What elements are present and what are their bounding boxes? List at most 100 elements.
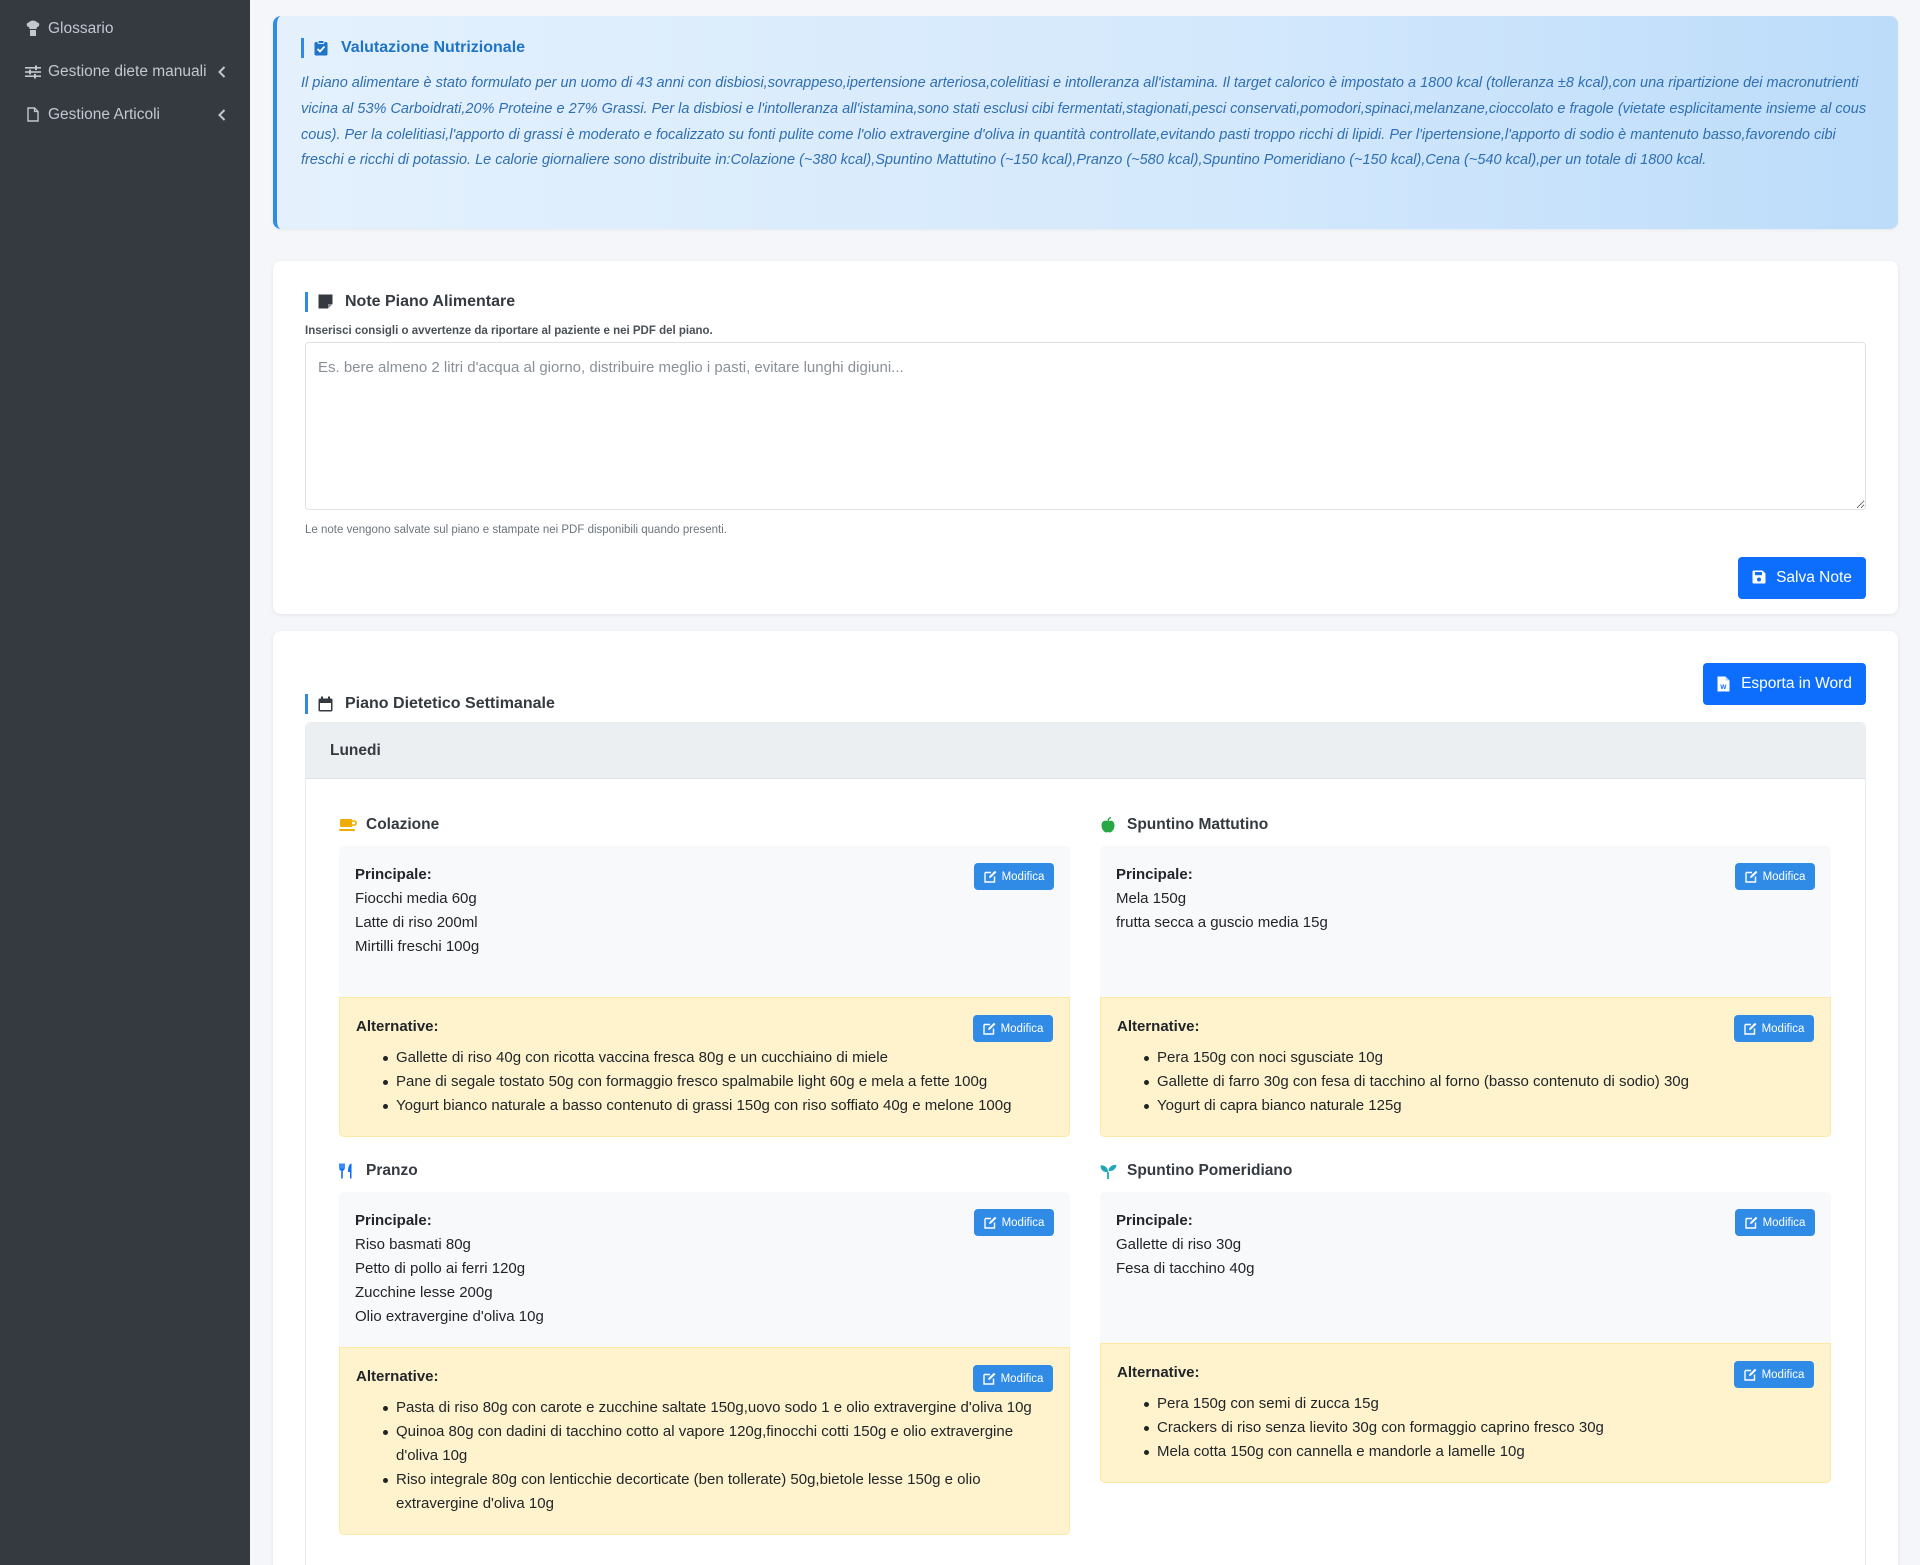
modify-principal-button[interactable]: Modifica xyxy=(1735,1209,1815,1236)
alternative-item: Mela cotta 150g con cannella e mandorle … xyxy=(1144,1440,1814,1464)
modify-alternatives-button[interactable]: Modifica xyxy=(973,1365,1053,1392)
meal-name: Colazione xyxy=(366,816,440,833)
meal-title: Spuntino Mattutino xyxy=(1100,815,1831,835)
modify-label: Modifica xyxy=(1001,1216,1045,1229)
modify-alternatives-button[interactable]: Modifica xyxy=(1734,1015,1814,1042)
principal-item: Fesa di tacchino 40g xyxy=(1116,1260,1255,1277)
evaluation-text: Il piano alimentare è stato formulato pe… xyxy=(301,75,1867,169)
notes-footer-text: Le note vengono salvate sul piano e stam… xyxy=(305,524,727,536)
edit-icon xyxy=(1743,1368,1757,1381)
notes-help-text: Inserisci consigli o avvertenze da ripor… xyxy=(305,325,713,337)
principal-label: Principale: xyxy=(1116,1212,1193,1229)
weekly-plan-card: Piano Dietetico Settimanale W Esporta in… xyxy=(273,631,1898,1565)
modify-label: Modifica xyxy=(1001,870,1045,883)
word-file-icon: W xyxy=(1717,676,1732,692)
principal-item: Mirtilli freschi 100g xyxy=(355,938,480,955)
alternatives-block: Alternative: Pera 150g con semi di zucca… xyxy=(1100,1343,1831,1483)
modify-principal-button[interactable]: Modifica xyxy=(1735,863,1815,890)
notes-textarea[interactable] xyxy=(305,342,1866,510)
plan-title-text: Piano Dietetico Settimanale xyxy=(345,695,555,712)
modify-alternatives-button[interactable]: Modifica xyxy=(1734,1361,1814,1388)
modify-label: Modifica xyxy=(1000,1372,1044,1385)
day-header[interactable]: Lunedi xyxy=(306,723,1865,779)
alternatives-label: Alternative: xyxy=(1117,1364,1200,1381)
alternative-item: Pane di segale tostato 50g con formaggio… xyxy=(383,1070,1053,1094)
nutritional-evaluation-card: Valutazione Nutrizionale Il piano alimen… xyxy=(273,16,1898,229)
principal-item: Latte di riso 200ml xyxy=(355,914,478,931)
modify-label: Modifica xyxy=(1000,1022,1044,1035)
alternative-item: Pera 150g con noci sgusciate 10g xyxy=(1144,1046,1814,1070)
plan-title: Piano Dietetico Settimanale xyxy=(305,694,1866,714)
meal-spuntino-mattutino: Spuntino Mattutino Principale: Mela 150g… xyxy=(1100,815,1831,1137)
notes-title-text: Note Piano Alimentare xyxy=(345,293,516,310)
alternative-item: Gallette di farro 30g con fesa di tacchi… xyxy=(1144,1070,1814,1094)
alternative-item: Pera 150g con semi di zucca 15g xyxy=(1144,1392,1814,1416)
save-icon xyxy=(1752,570,1767,586)
alternative-item: Riso integrale 80g con lenticchie decort… xyxy=(383,1468,1053,1516)
edit-icon xyxy=(983,870,997,883)
edit-icon xyxy=(983,1216,997,1229)
edit-icon xyxy=(1744,870,1758,883)
document-icon xyxy=(24,106,42,124)
alternative-item: Yogurt bianco naturale a basso contenuto… xyxy=(383,1094,1053,1118)
export-word-button[interactable]: W Esporta in Word xyxy=(1703,663,1866,705)
alternatives-label: Alternative: xyxy=(356,1018,439,1035)
seedling-icon xyxy=(1100,1163,1119,1179)
alternatives-block: Alternative: Pasta di riso 80g con carot… xyxy=(339,1347,1070,1535)
modify-label: Modifica xyxy=(1761,1022,1805,1035)
export-word-label: Esporta in Word xyxy=(1741,675,1852,692)
alternative-item: Quinoa 80g con dadini di tacchino cotto … xyxy=(383,1420,1053,1468)
modify-alternatives-button[interactable]: Modifica xyxy=(973,1015,1053,1042)
meal-name: Pranzo xyxy=(366,1162,418,1179)
modify-principal-button[interactable]: Modifica xyxy=(974,1209,1054,1236)
alternative-item: Pasta di riso 80g con carote e zucchine … xyxy=(383,1396,1053,1420)
utensils-icon xyxy=(339,1163,358,1179)
principal-label: Principale: xyxy=(355,866,432,883)
modify-label: Modifica xyxy=(1762,1216,1806,1229)
sidebar-item-glossario[interactable]: Glossario xyxy=(0,7,250,50)
notes-title: Note Piano Alimentare xyxy=(305,292,1865,312)
sidebar-item-label: Glossario xyxy=(48,19,114,37)
sidebar-item-gestione-articoli[interactable]: Gestione Articoli xyxy=(0,93,250,136)
principal-item: Mela 150g xyxy=(1116,890,1187,907)
edit-icon xyxy=(1743,1022,1757,1035)
principal-item: Zucchine lesse 200g xyxy=(355,1284,493,1301)
edit-icon xyxy=(1744,1216,1758,1229)
chevron-left-icon xyxy=(218,65,228,78)
meal-title: Pranzo xyxy=(339,1161,1070,1181)
principal-item: Petto di pollo ai ferri 120g xyxy=(355,1260,526,1277)
apple-icon xyxy=(1100,817,1119,833)
meal-name: Spuntino Mattutino xyxy=(1127,816,1269,833)
modify-principal-button[interactable]: Modifica xyxy=(974,863,1054,890)
modify-label: Modifica xyxy=(1762,870,1806,883)
edit-icon xyxy=(982,1022,996,1035)
alternatives-label: Alternative: xyxy=(356,1368,439,1385)
meal-name: Spuntino Pomeridiano xyxy=(1127,1162,1293,1179)
sidebar-item-label: Gestione diete manuali xyxy=(48,62,207,80)
chef-icon xyxy=(24,20,42,38)
principal-block: Principale: Fiocchi media 60g Latte di r… xyxy=(339,846,1070,997)
sidebar: Glossario Gestione diete manuali Gestion… xyxy=(0,0,250,1565)
principal-label: Principale: xyxy=(355,1212,432,1229)
meal-pranzo: Pranzo Principale: Riso basmati 80g Pett… xyxy=(339,1161,1070,1535)
sidebar-item-label: Gestione Articoli xyxy=(48,105,160,123)
alternatives-block: Alternative: Gallette di riso 40g con ri… xyxy=(339,997,1070,1137)
evaluation-title-text: Valutazione Nutrizionale xyxy=(341,39,526,56)
principal-block: Principale: Riso basmati 80g Petto di po… xyxy=(339,1192,1070,1347)
sticky-note-icon xyxy=(318,294,334,310)
evaluation-title: Valutazione Nutrizionale xyxy=(301,38,1873,58)
meal-title: Spuntino Pomeridiano xyxy=(1100,1161,1831,1181)
sidebar-item-gestione-diete[interactable]: Gestione diete manuali xyxy=(0,50,250,93)
save-notes-button[interactable]: Salva Note xyxy=(1738,557,1866,599)
principal-item: Riso basmati 80g xyxy=(355,1236,471,1253)
meal-spuntino-pomeridiano: Spuntino Pomeridiano Principale: Gallett… xyxy=(1100,1161,1831,1483)
principal-label: Principale: xyxy=(1116,866,1193,883)
modify-label: Modifica xyxy=(1761,1368,1805,1381)
principal-item: Gallette di riso 30g xyxy=(1116,1236,1242,1253)
edit-icon xyxy=(982,1372,996,1385)
principal-block: Principale: Gallette di riso 30g Fesa di… xyxy=(1100,1192,1831,1343)
meal-colazione: Colazione Principale: Fiocchi media 60g … xyxy=(339,815,1070,1137)
principal-item: Fiocchi media 60g xyxy=(355,890,477,907)
sliders-icon xyxy=(24,63,42,81)
svg-text:W: W xyxy=(1720,684,1727,691)
